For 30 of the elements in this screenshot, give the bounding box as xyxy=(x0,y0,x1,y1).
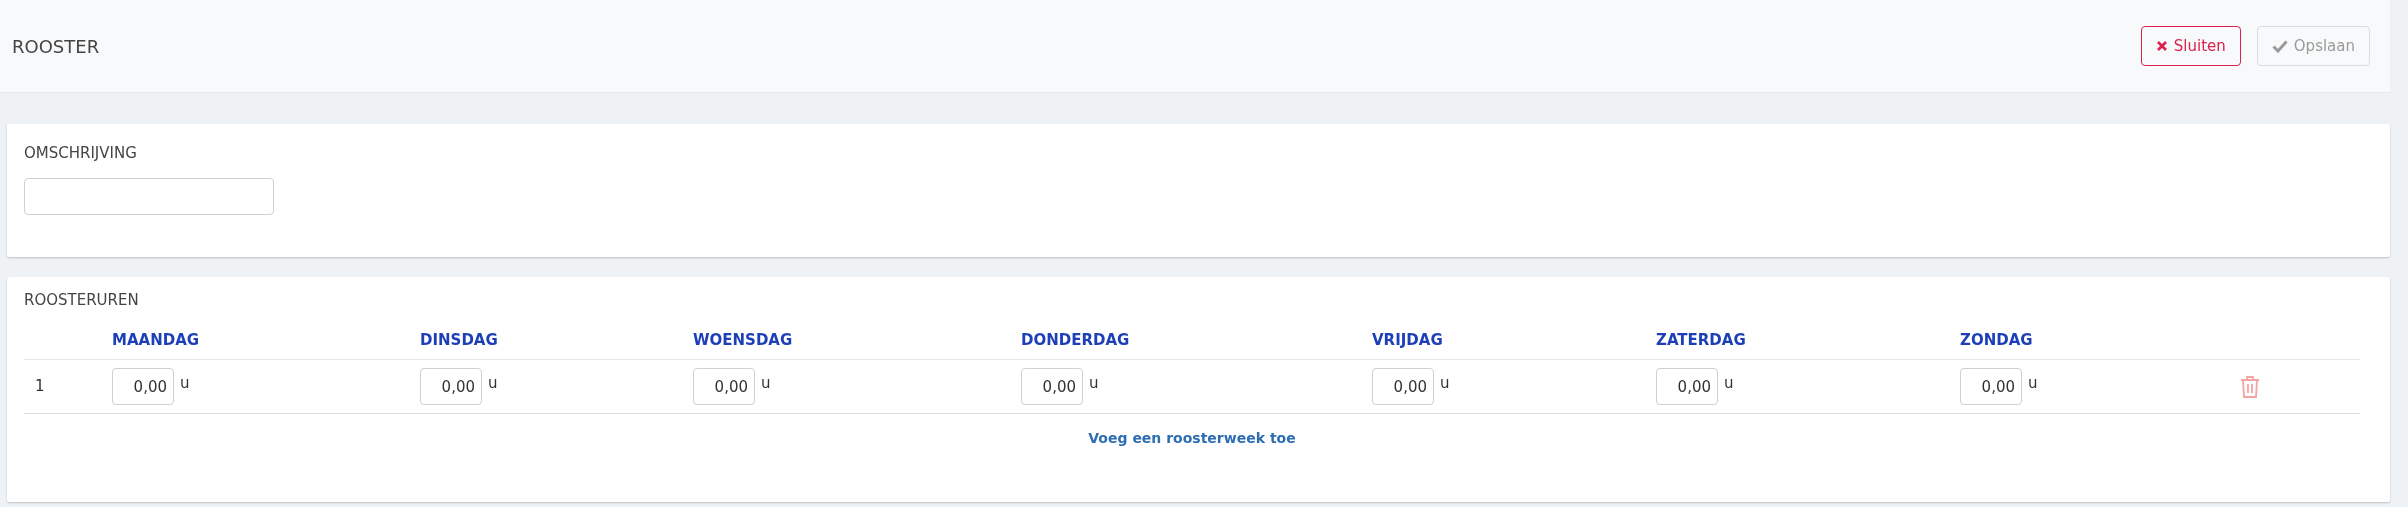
close-icon xyxy=(2155,40,2168,52)
hours-field[interactable]: 0,00 xyxy=(1021,368,1083,405)
hours-field[interactable]: 0,00 xyxy=(112,368,174,405)
section-title: ROOSTERUREN xyxy=(24,291,140,309)
column-header: ZONDAG xyxy=(1960,317,2210,360)
unit-label: u xyxy=(2028,374,2038,392)
delete-icon[interactable] xyxy=(2240,374,2260,399)
page-title: ROOSTER xyxy=(12,35,100,57)
column-header: MAANDAG xyxy=(112,317,420,360)
column-header: WOENSDAG xyxy=(693,317,1021,360)
unit-label: u xyxy=(1440,374,1450,392)
column-header: VRIJDAG xyxy=(1372,317,1656,360)
unit-label: u xyxy=(1724,374,1734,392)
column-header: DONDERDAG xyxy=(1021,317,1372,360)
unit-label: u xyxy=(488,374,498,392)
column-header: ZATERDAG xyxy=(1656,317,1960,360)
field-label: OMSCHRIJVING xyxy=(24,144,138,162)
hours-field[interactable]: 0,00 xyxy=(1656,368,1718,405)
unit-label: u xyxy=(180,374,190,392)
hours-field[interactable]: 0,00 xyxy=(1960,368,2022,405)
hours-field[interactable]: 0,00 xyxy=(420,368,482,405)
hours-field[interactable]: 0,00 xyxy=(1372,368,1434,405)
unit-label: u xyxy=(761,374,771,392)
column-header: DINSDAG xyxy=(420,317,693,360)
description-field[interactable] xyxy=(24,178,274,215)
add-week-link[interactable]: Voeg een roosterweek toe xyxy=(1088,430,1296,446)
close-button[interactable]: Sluiten xyxy=(2140,26,2241,66)
check-icon xyxy=(2271,39,2288,53)
hours-field[interactable]: 0,00 xyxy=(693,368,755,405)
unit-label: u xyxy=(1089,374,1099,392)
